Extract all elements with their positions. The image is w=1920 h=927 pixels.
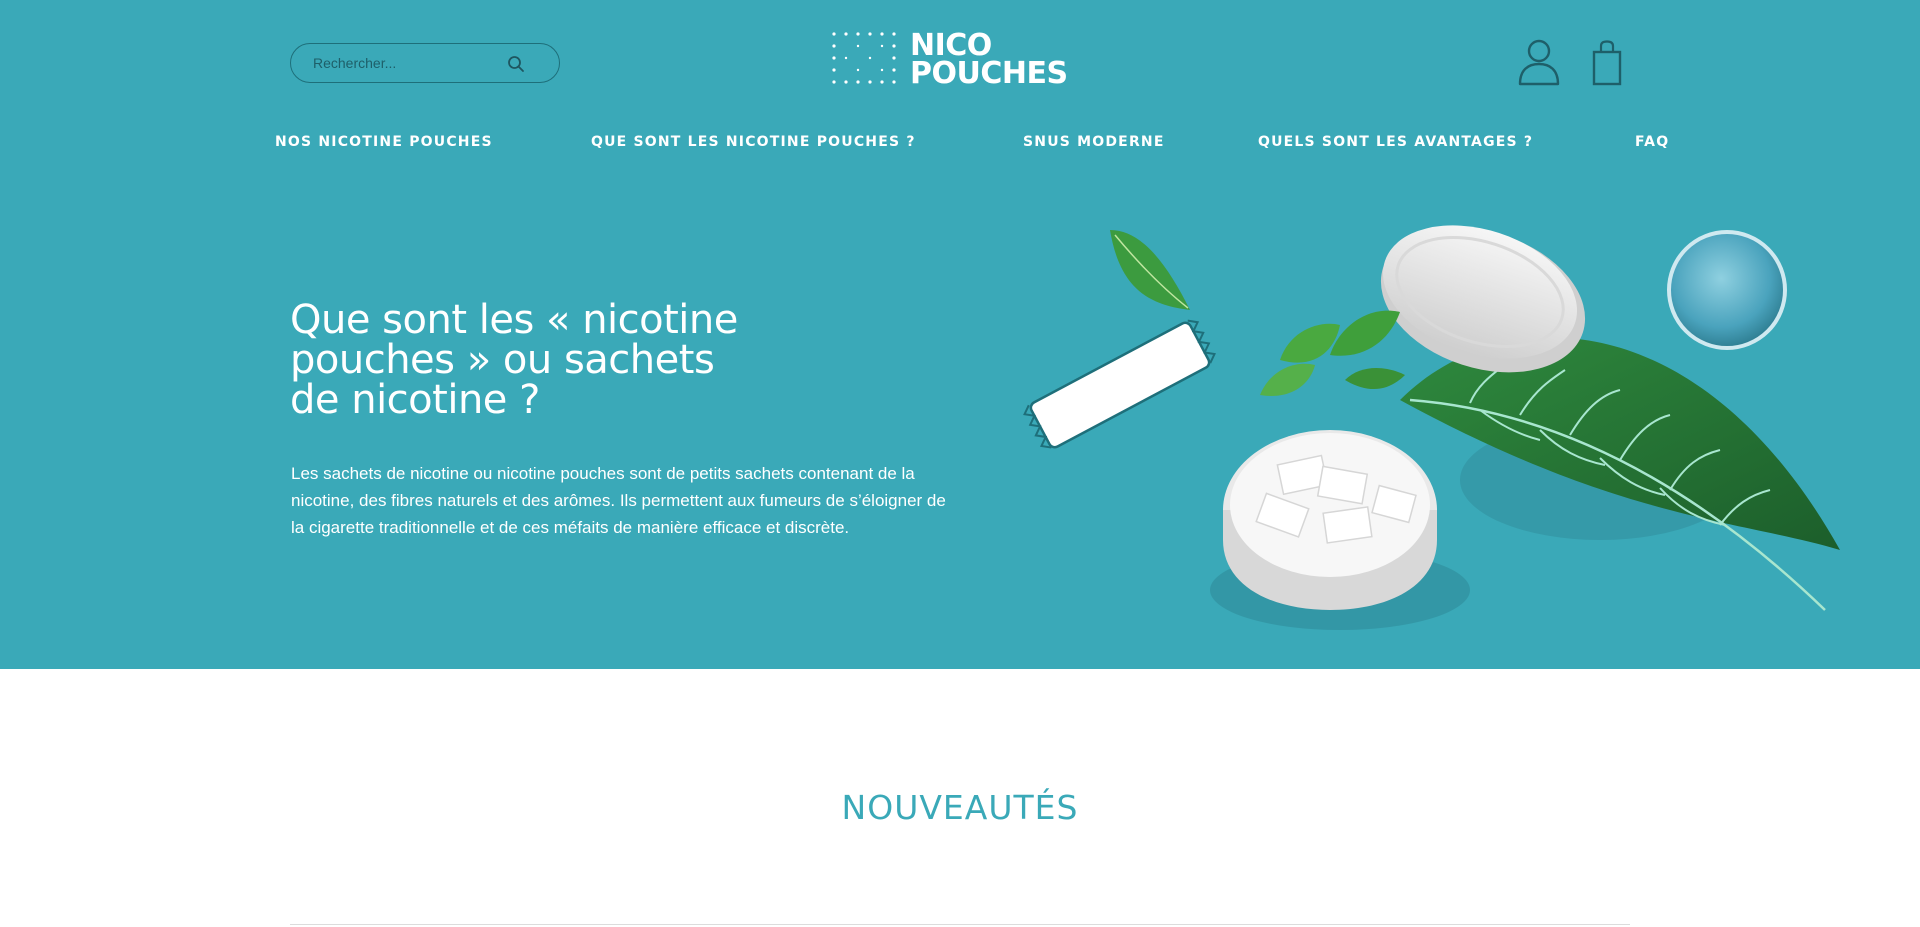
site-logo[interactable]: NICO POUCHES (830, 30, 1068, 90)
section-divider (290, 924, 1630, 925)
nav-quels-sont-les-avantages[interactable]: QUELS SONT LES AVANTAGES ? (1258, 134, 1533, 150)
pouch-shape (1023, 319, 1216, 449)
search-icon[interactable] (507, 55, 525, 73)
main-nav: NOS NICOTINE POUCHES QUE SONT LES NICOTI… (0, 134, 1920, 158)
logo-wordmark: NICO POUCHES (910, 31, 1068, 91)
user-icon[interactable] (1518, 38, 1560, 86)
hero-product-illustration (1023, 225, 1840, 630)
bubble-shape (1667, 230, 1787, 350)
search-box[interactable] (290, 43, 560, 83)
nav-que-sont-les-nicotine-pouches[interactable]: QUE SONT LES NICOTINE POUCHES ? (591, 134, 916, 150)
logo-line-2: POUCHES (910, 56, 1068, 91)
nav-faq[interactable]: FAQ (1635, 134, 1669, 150)
hero-banner: NICO POUCHES NOS NICOTINE POUCHES QUE SO… (0, 0, 1920, 669)
section-title-nouveautes: NOUVEAUTÉS (841, 788, 1079, 827)
shopping-bag-icon[interactable] (1592, 40, 1622, 86)
search-input[interactable] (311, 47, 505, 79)
logo-dots-icon (832, 32, 896, 84)
nav-nos-nicotine-pouches[interactable]: NOS NICOTINE POUCHES (275, 134, 493, 150)
hero-description: Les sachets de nicotine ou nicotine pouc… (291, 464, 946, 537)
hero-title: Que sont les « nicotine pouches » ou sac… (290, 297, 738, 423)
nav-snus-moderne[interactable]: SNUS MODERNE (1023, 134, 1165, 150)
